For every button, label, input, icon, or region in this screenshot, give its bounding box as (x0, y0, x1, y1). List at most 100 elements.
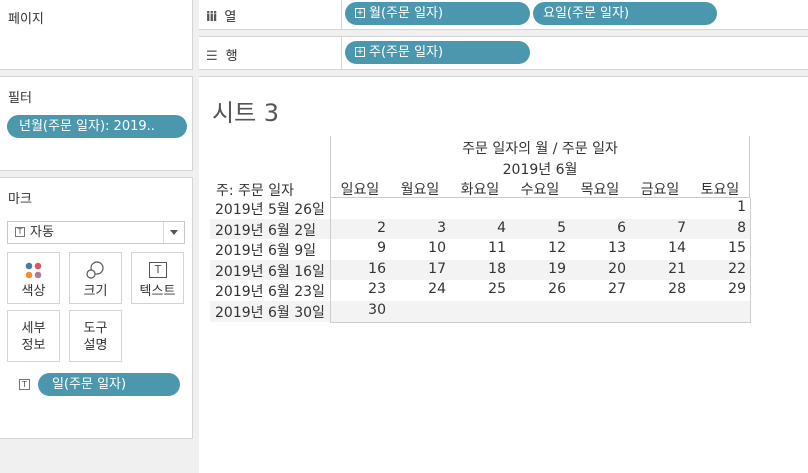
filters-card: 필터 년월(주문 일자): 2019.. (0, 76, 193, 171)
weekday-header-row: 일요일 월요일 화요일 수요일 목요일 금요일 토요일 (330, 179, 750, 198)
column-pill-weekday[interactable]: 요일(주문 일자) (533, 2, 717, 25)
filters-card-title: 필터 (8, 91, 32, 106)
weekday-header: 수요일 (520, 182, 560, 198)
day-cell: 14 (668, 240, 686, 257)
day-cell: 3 (437, 219, 446, 236)
day-cell: 27 (608, 281, 626, 298)
month-header: 2019년 6월 (502, 162, 578, 178)
detail-label-line1: 세부 (21, 321, 46, 336)
grid-right-border (750, 198, 751, 322)
columns-shelf-label: iii 열 (206, 10, 237, 25)
rows-icon: ☰ (206, 49, 218, 64)
day-cell: 10 (428, 240, 446, 257)
day-cell: 30 (368, 302, 386, 318)
dropdown-divider (163, 222, 164, 243)
column-pill-month[interactable]: + 월(주문 일자) (345, 2, 530, 25)
expand-icon: + (355, 46, 365, 57)
color-icon (25, 262, 42, 279)
day-cell: 12 (548, 240, 566, 257)
day-cell: 1 (737, 199, 746, 215)
weekday-header: 목요일 (580, 182, 620, 198)
mark-type-value: 자동 (30, 225, 54, 240)
row-header-divider (330, 198, 331, 322)
detail-button[interactable]: 세부 정보 (7, 310, 60, 362)
size-icon (86, 261, 104, 279)
pages-card: 페이지 (0, 0, 193, 70)
day-cell: 5 (557, 219, 566, 236)
weekday-header: 일요일 (340, 182, 380, 198)
text-icon: T (149, 262, 167, 278)
day-cell: 15 (728, 240, 746, 257)
day-cell: 19 (548, 260, 566, 277)
expand-icon: + (355, 7, 365, 18)
marks-card: 마크 T 자동 색상 크기 T 텍스트 세부 정보 도구 설명 T 일(주문 일… (0, 177, 193, 439)
day-cell: 7 (677, 219, 686, 236)
text-pill-day[interactable]: 일(주문 일자) (38, 373, 180, 396)
table-row: 2019년 5월 26일 1 (210, 198, 750, 219)
size-button-label: 크기 (83, 284, 108, 299)
week-label: 2019년 6월 23일 (215, 284, 325, 301)
week-label: 2019년 6월 2일 (215, 222, 316, 239)
day-cell: 2 (377, 219, 386, 236)
week-label: 2019년 6월 16일 (215, 263, 325, 280)
day-cell: 23 (368, 281, 386, 298)
pages-card-title: 페이지 (8, 12, 44, 27)
day-cell: 26 (548, 281, 566, 298)
day-cell: 28 (668, 281, 686, 298)
day-cell: 4 (497, 219, 506, 236)
day-cell: 22 (728, 260, 746, 277)
sheet-view: 시트 3 주문 일자의 월 / 주문 일자 2019년 6월 주: 주문 일자 … (199, 76, 808, 473)
weekday-header: 금요일 (640, 182, 680, 198)
day-cell: 21 (668, 260, 686, 277)
day-cell: 24 (428, 281, 446, 298)
table-row: 2019년 6월 30일 30 (210, 301, 750, 322)
table-row: 2019년 6월 2일 2 3 4 5 6 7 8 (210, 218, 750, 240)
tooltip-button[interactable]: 도구 설명 (69, 310, 122, 362)
shelf-divider (341, 37, 342, 69)
detail-label-line2: 정보 (21, 338, 46, 353)
weekday-header: 화요일 (460, 182, 500, 198)
day-cell: 9 (377, 240, 386, 257)
grid-bottom-border (330, 322, 751, 323)
day-cell: 29 (728, 281, 746, 298)
columns-shelf[interactable]: iii 열 + 월(주문 일자) 요일(주문 일자) (199, 0, 808, 30)
shelf-divider (341, 0, 342, 29)
text-encoding-icon: T (19, 379, 30, 390)
filter-pill-year-month[interactable]: 년월(주문 일자): 2019.. (7, 115, 187, 138)
day-cell: 13 (608, 240, 626, 257)
day-cell: 11 (488, 240, 506, 257)
color-button-label: 색상 (21, 284, 46, 299)
day-cell: 18 (488, 260, 506, 277)
color-button[interactable]: 색상 (7, 252, 60, 304)
sheet-title: 시트 3 (212, 99, 280, 127)
rows-shelf-label: ☰ 행 (206, 49, 238, 64)
day-cell: 17 (428, 260, 446, 277)
day-cell: 8 (737, 219, 746, 236)
text-button-label: 텍스트 (139, 284, 176, 299)
tooltip-label-line2: 설명 (83, 338, 108, 353)
text-mark-icon: T (15, 227, 25, 237)
weekday-header: 월요일 (400, 182, 440, 198)
chevron-down-icon (170, 230, 178, 235)
marks-card-title: 마크 (8, 192, 32, 207)
row-pill-week[interactable]: + 주(주문 일자) (345, 41, 530, 64)
week-label: 2019년 6월 30일 (215, 305, 325, 321)
row-header-label: 주: 주문 일자 (216, 183, 295, 199)
table-row: 2019년 6월 16일 16 17 18 19 20 21 22 (210, 259, 750, 281)
mark-type-dropdown[interactable]: T 자동 (7, 221, 185, 244)
size-button[interactable]: 크기 (69, 252, 122, 304)
day-cell: 20 (608, 260, 626, 277)
week-label: 2019년 5월 26일 (215, 202, 325, 218)
week-label: 2019년 6월 9일 (215, 243, 316, 260)
table-row: 2019년 6월 23일 23 24 25 26 27 28 29 (210, 280, 750, 301)
day-cell: 16 (368, 260, 386, 277)
header-title: 주문 일자의 월 / 주문 일자 (462, 141, 618, 157)
day-cell: 6 (617, 219, 626, 236)
columns-icon: iii (206, 10, 217, 25)
table-row: 2019년 6월 9일 9 10 11 12 13 14 15 (210, 239, 750, 260)
tooltip-label-line1: 도구 (83, 321, 108, 336)
rows-shelf[interactable]: ☰ 행 + 주(주문 일자) (199, 36, 808, 70)
day-cell: 25 (488, 281, 506, 298)
text-button[interactable]: T 텍스트 (131, 252, 184, 304)
weekday-header: 토요일 (700, 182, 740, 198)
